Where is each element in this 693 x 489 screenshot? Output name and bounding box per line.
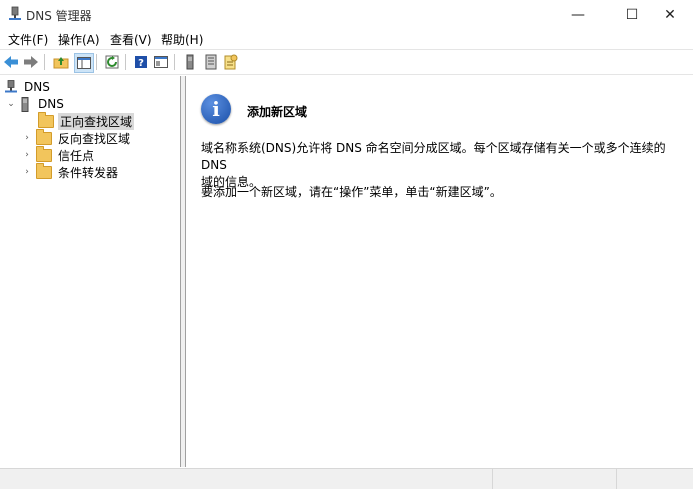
- help-icon[interactable]: ?: [132, 53, 150, 71]
- menu-action[interactable]: 操作(A): [58, 31, 100, 48]
- tree-item-label: 条件转发器: [58, 165, 119, 180]
- properties-icon[interactable]: [152, 53, 170, 71]
- collapse-chevron-icon[interactable]: ⌄: [6, 99, 16, 109]
- tree-root-label: DNS: [24, 80, 50, 94]
- menu-file[interactable]: 文件(F): [8, 31, 48, 48]
- window-title: DNS 管理器: [26, 9, 92, 23]
- svg-text:?: ?: [138, 58, 144, 69]
- back-icon[interactable]: [2, 53, 20, 71]
- toolbar-separator: [174, 54, 175, 70]
- tree-server-dns[interactable]: ⌄ DNS: [6, 96, 66, 112]
- menu-help[interactable]: 帮助(H): [161, 31, 203, 48]
- toolbar: ?: [0, 49, 693, 75]
- instruction-text: 要添加一个新区域，请在“操作”菜单，单击“新建区域”。: [201, 185, 502, 199]
- tree-item-forward-lookup[interactable]: 正向查找区域: [38, 111, 135, 130]
- folder-icon: [38, 111, 54, 128]
- folder-icon: [36, 128, 52, 145]
- tree-item-trust-points[interactable]: › 信任点: [22, 145, 96, 163]
- forward-icon[interactable]: [22, 53, 40, 71]
- tree-item-label: 信任点: [58, 148, 95, 163]
- up-folder-icon[interactable]: [52, 53, 70, 71]
- toolbar-separator: [44, 54, 45, 70]
- minimize-button[interactable]: —: [555, 0, 601, 30]
- tree-item-reverse-lookup[interactable]: › 反向查找区域: [22, 128, 132, 146]
- status-bar: [0, 468, 693, 489]
- status-divider: [492, 469, 493, 489]
- folder-icon: [36, 162, 52, 179]
- expand-chevron-icon[interactable]: ›: [22, 133, 32, 143]
- title-bar: DNS 管理器 — ☐ ✕: [0, 0, 693, 30]
- refresh-icon[interactable]: [103, 53, 121, 71]
- status-divider: [616, 469, 617, 489]
- show-hide-tree-icon[interactable]: [74, 53, 94, 73]
- tree-item-label: 反向查找区域: [58, 131, 131, 146]
- info-icon: i: [201, 94, 231, 124]
- menu-bar: 文件(F) 操作(A) 查看(V) 帮助(H): [0, 30, 693, 48]
- expand-chevron-icon[interactable]: ›: [22, 167, 32, 177]
- expand-chevron-icon[interactable]: ›: [22, 150, 32, 160]
- description-line-1: 域名称系统(DNS)允许将 DNS 命名空间分成区域。每个区域存储有关一个或多个…: [201, 141, 666, 172]
- tree-item-conditional-forwarders[interactable]: › 条件转发器: [22, 162, 120, 180]
- details-pane: i 添加新区域 域名称系统(DNS)允许将 DNS 命名空间分成区域。每个区域存…: [187, 76, 693, 467]
- toolbar-separator: [125, 54, 126, 70]
- tree-root-dns[interactable]: DNS: [4, 79, 52, 95]
- content-heading: 添加新区域: [247, 105, 308, 119]
- dns-root-icon: [5, 80, 17, 93]
- console-tree: DNS ⌄ DNS 正向查找区域 › 反向查找区域 › 信任点 › 条件转发器: [0, 76, 181, 467]
- pane-splitter[interactable]: [181, 76, 186, 467]
- folder-icon: [36, 145, 52, 162]
- new-zone-icon[interactable]: [222, 53, 240, 71]
- tree-server-label: DNS: [38, 97, 64, 111]
- dns-app-icon: [9, 6, 21, 20]
- close-button[interactable]: ✕: [647, 0, 693, 30]
- menu-view[interactable]: 查看(V): [110, 31, 152, 48]
- server-icon[interactable]: [181, 53, 199, 71]
- tree-item-label: 正向查找区域: [58, 112, 135, 130]
- server-icon: [21, 96, 29, 112]
- toolbar-separator: [96, 54, 97, 70]
- zone-icon[interactable]: [202, 53, 220, 71]
